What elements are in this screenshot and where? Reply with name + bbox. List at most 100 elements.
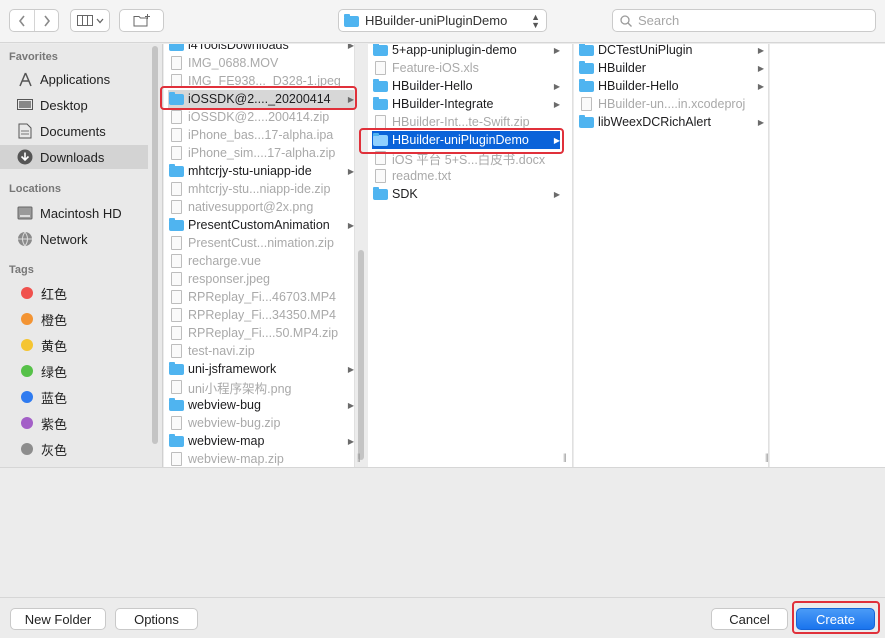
- back-button[interactable]: [10, 10, 34, 31]
- file-row[interactable]: IMG_FE938..._D328-1.jpeg: [168, 72, 354, 90]
- location-select[interactable]: HBuilder-uniPluginDemo ▲ ▼: [338, 9, 547, 32]
- file-row[interactable]: webview-map.zip: [168, 450, 354, 467]
- disclosure-arrow-icon: ▶: [347, 94, 354, 104]
- file-row[interactable]: HBuilder-Int...te-Swift.zip: [372, 113, 560, 131]
- sidebar-item-label: 蓝色: [41, 390, 68, 406]
- sidebar-item-network[interactable]: Network: [0, 227, 148, 251]
- file-row[interactable]: iPhone_bas...17-alpha.ipa: [168, 126, 354, 144]
- folder-icon: [578, 114, 594, 129]
- file-row[interactable]: RPReplay_Fi...34350.MP4: [168, 306, 354, 324]
- file-row[interactable]: responser.jpeg: [168, 270, 354, 288]
- folder-row[interactable]: DCTestUniPlugin ▶: [578, 44, 764, 59]
- folder-row[interactable]: PresentCustomAnimation ▶: [168, 216, 354, 234]
- file-row[interactable]: RPReplay_Fi...46703.MP4: [168, 288, 354, 306]
- sidebar-item-label: 绿色: [41, 364, 68, 380]
- file-row[interactable]: RPReplay_Fi....50.MP4.zip: [168, 324, 354, 342]
- file-row[interactable]: iOS 平台 5+S...白皮书.docx: [372, 149, 560, 167]
- item-label: uni-jsframework: [188, 362, 277, 376]
- sidebar-item-tag[interactable]: 绿色: [0, 359, 148, 383]
- folder-row[interactable]: i4ToolsDownloads ▶: [168, 44, 354, 54]
- sidebar-item-tag[interactable]: 蓝色: [0, 385, 148, 409]
- sidebar-item-macintosh-hd[interactable]: Macintosh HD: [0, 201, 148, 225]
- applications-icon: [16, 70, 34, 88]
- file-row[interactable]: Feature-iOS.xls: [372, 59, 560, 77]
- file-row[interactable]: nativesupport@2x.png: [168, 198, 354, 216]
- file-row[interactable]: uni小程序架构.png: [168, 378, 354, 396]
- column-downloads-scrollbar[interactable]: [358, 250, 364, 460]
- folder-icon: [168, 361, 184, 376]
- folder-row[interactable]: HBuilder-Integrate ▶: [372, 95, 560, 113]
- file-row[interactable]: recharge.vue: [168, 252, 354, 270]
- sidebar-item-tag[interactable]: 红色: [0, 281, 148, 305]
- file-row[interactable]: mhtcrjy-stu...niapp-ide.zip: [168, 180, 354, 198]
- file-icon: [372, 169, 388, 183]
- folder-row[interactable]: HBuilder-uniPluginDemo ▶: [372, 131, 560, 149]
- downloads-icon: [16, 148, 34, 166]
- file-icon: [168, 254, 184, 268]
- file-row[interactable]: PresentCust...nimation.zip: [168, 234, 354, 252]
- item-label: HBuilder-Int...te-Swift.zip: [392, 115, 530, 129]
- file-icon: [372, 151, 388, 165]
- cancel-button[interactable]: Cancel: [711, 608, 788, 630]
- sidebar-item-tag[interactable]: 灰色: [0, 437, 148, 461]
- sidebar-item-downloads[interactable]: Downloads: [0, 145, 148, 169]
- sidebar-item-tag[interactable]: 紫色: [0, 411, 148, 435]
- sidebar-item-tag[interactable]: 黄色: [0, 333, 148, 357]
- file-icon: [168, 110, 184, 124]
- disclosure-arrow-icon: ▶: [553, 45, 560, 55]
- item-label: i4ToolsDownloads: [188, 44, 289, 52]
- chevron-down-icon: [96, 18, 103, 23]
- options-button[interactable]: Options: [115, 608, 198, 630]
- folder-row[interactable]: libWeexDCRichAlert ▶: [578, 113, 764, 131]
- search-input[interactable]: Search: [612, 9, 876, 32]
- item-label: HBuilder-uniPluginDemo: [392, 133, 529, 147]
- file-row[interactable]: IMG_0688.MOV: [168, 54, 354, 72]
- folder-row[interactable]: iOSSDK@2...._20200414 ▶: [168, 90, 354, 108]
- folder-row[interactable]: HBuilder-Hello ▶: [578, 77, 764, 95]
- file-row[interactable]: iPhone_sim....17-alpha.zip: [168, 144, 354, 162]
- disclosure-arrow-icon: ▶: [347, 166, 354, 176]
- folder-row[interactable]: uni-jsframework ▶: [168, 360, 354, 378]
- new-folder-toolbar-button[interactable]: [119, 9, 164, 32]
- folder-icon: [372, 132, 388, 147]
- item-label: PresentCustomAnimation: [188, 218, 330, 232]
- folder-row[interactable]: webview-map ▶: [168, 432, 354, 450]
- file-row[interactable]: iOSSDK@2....200414.zip: [168, 108, 354, 126]
- disclosure-arrow-icon: ▶: [553, 189, 560, 199]
- sidebar-item-label: Downloads: [40, 149, 105, 165]
- folder-icon: [578, 78, 594, 93]
- folder-row[interactable]: HBuilder-Hello ▶: [372, 77, 560, 95]
- item-label: webview-map: [188, 434, 265, 448]
- forward-button[interactable]: [34, 10, 58, 31]
- item-label: nativesupport@2x.png: [188, 200, 314, 214]
- sidebar-item-documents[interactable]: Documents: [0, 119, 148, 143]
- file-row[interactable]: HBuilder-un....in.xcodeproj: [578, 95, 764, 113]
- sidebar-item-applications[interactable]: Applications: [0, 67, 148, 91]
- file-icon: [168, 326, 184, 340]
- view-mode-button[interactable]: [70, 9, 110, 32]
- item-label: HBuilder-Integrate: [392, 97, 494, 111]
- item-label: iOS 平台 5+S...白皮书.docx: [392, 152, 546, 167]
- file-icon: [168, 452, 184, 466]
- folder-row[interactable]: SDK ▶: [372, 185, 560, 203]
- updown-chevron-icon: ▲ ▼: [531, 12, 540, 30]
- sidebar-item-label: 紫色: [41, 416, 68, 432]
- location-label: HBuilder-uniPluginDemo: [365, 13, 508, 28]
- file-icon: [168, 344, 184, 358]
- file-row[interactable]: readme.txt: [372, 167, 560, 185]
- folder-row[interactable]: 5+app-uniplugin-demo ▶: [372, 44, 560, 59]
- file-row[interactable]: test-navi.zip: [168, 342, 354, 360]
- file-icon: [168, 200, 184, 214]
- sidebar-item-tag[interactable]: 橙色: [0, 307, 148, 331]
- folder-row[interactable]: HBuilder ▶: [578, 59, 764, 77]
- item-label: HBuilder-un....in.xcodeproj: [598, 97, 746, 111]
- sidebar-item-desktop[interactable]: Desktop: [0, 93, 148, 117]
- disclosure-arrow-icon: ▶: [757, 45, 764, 55]
- sidebar-scrollbar[interactable]: [152, 46, 158, 444]
- create-button[interactable]: Create: [796, 608, 875, 630]
- new-folder-button[interactable]: New Folder: [10, 608, 106, 630]
- file-row[interactable]: webview-bug.zip: [168, 414, 354, 432]
- folder-row[interactable]: mhtcrjy-stu-uniapp-ide ▶: [168, 162, 354, 180]
- chevron-right-icon: [43, 15, 50, 26]
- folder-row[interactable]: webview-bug ▶: [168, 396, 354, 414]
